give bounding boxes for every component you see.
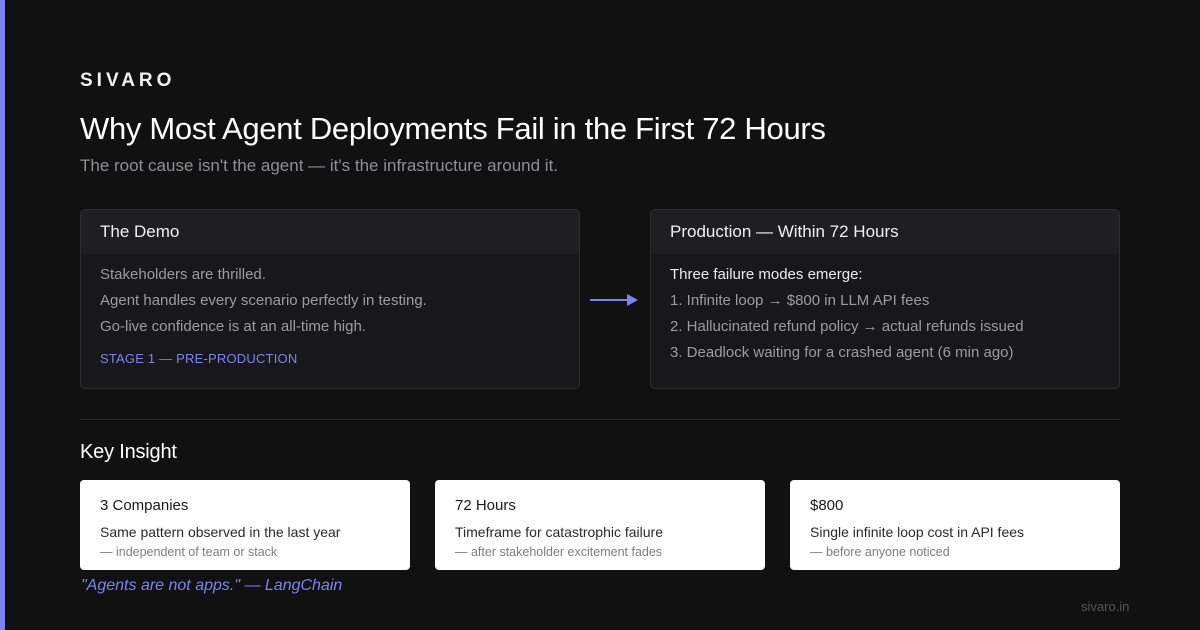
key-insight-title: Key Insight [80, 441, 177, 463]
stat-card-hours: 72 Hours Timeframe for catastrophic fail… [435, 480, 765, 570]
stat-card-companies: 3 Companies Same pattern observed in the… [80, 480, 410, 570]
brand-logo: SIVARO [80, 70, 176, 91]
demo-card-heading: The Demo [81, 210, 579, 254]
failure-mode-item: 2. Hallucinated refund policy → actual r… [670, 318, 1024, 335]
stat-description: Single infinite loop cost in API fees [810, 524, 1025, 540]
arrow-right-icon [590, 294, 638, 306]
stat-value: $800 [810, 497, 844, 514]
stat-card-cost: $800 Single infinite loop cost in API fe… [790, 480, 1120, 570]
demo-card: The Demo Stakeholders are thrilled. Agen… [80, 209, 580, 389]
production-card-heading: Production — Within 72 Hours [651, 210, 1119, 254]
demo-card-body: Stakeholders are thrilled. Agent handles… [81, 254, 579, 366]
stat-value: 3 Companies [100, 497, 189, 514]
slide: SIVARO Why Most Agent Deployments Fail i… [0, 0, 1200, 630]
stat-description: Timeframe for catastrophic failure [455, 524, 663, 540]
failure-mode-item: 1. Infinite loop → $800 in LLM API fees [670, 292, 930, 309]
stat-description: Same pattern observed in the last year [100, 524, 341, 540]
stat-note: — after stakeholder excitement fades [455, 545, 663, 559]
stat-value: 72 Hours [455, 497, 516, 514]
section-divider [80, 419, 1120, 420]
stat-note: — before anyone noticed [810, 545, 950, 559]
demo-card-line: Stakeholders are thrilled. [100, 266, 266, 283]
demo-card-line: Agent handles every scenario perfectly i… [100, 292, 427, 309]
page-title: Why Most Agent Deployments Fail in the F… [80, 111, 826, 146]
demo-card-line: Go-live confidence is at an all-time hig… [100, 318, 366, 335]
accent-bar [0, 0, 5, 630]
stage-label: STAGE 1 — PRE-PRODUCTION [100, 351, 298, 366]
quote: "Agents are not apps." — LangChain [81, 577, 343, 594]
production-card-body: Three failure modes emerge: 1. Infinite … [651, 254, 1119, 366]
page-subtitle: The root cause isn't the agent — it's th… [80, 156, 559, 175]
failure-modes-lead: Three failure modes emerge: [670, 266, 863, 283]
production-card: Production — Within 72 Hours Three failu… [650, 209, 1120, 389]
stat-note: — independent of team or stack [100, 545, 278, 559]
footer-url[interactable]: sivaro.in [1081, 599, 1129, 614]
failure-mode-item: 3. Deadlock waiting for a crashed agent … [670, 344, 1014, 361]
